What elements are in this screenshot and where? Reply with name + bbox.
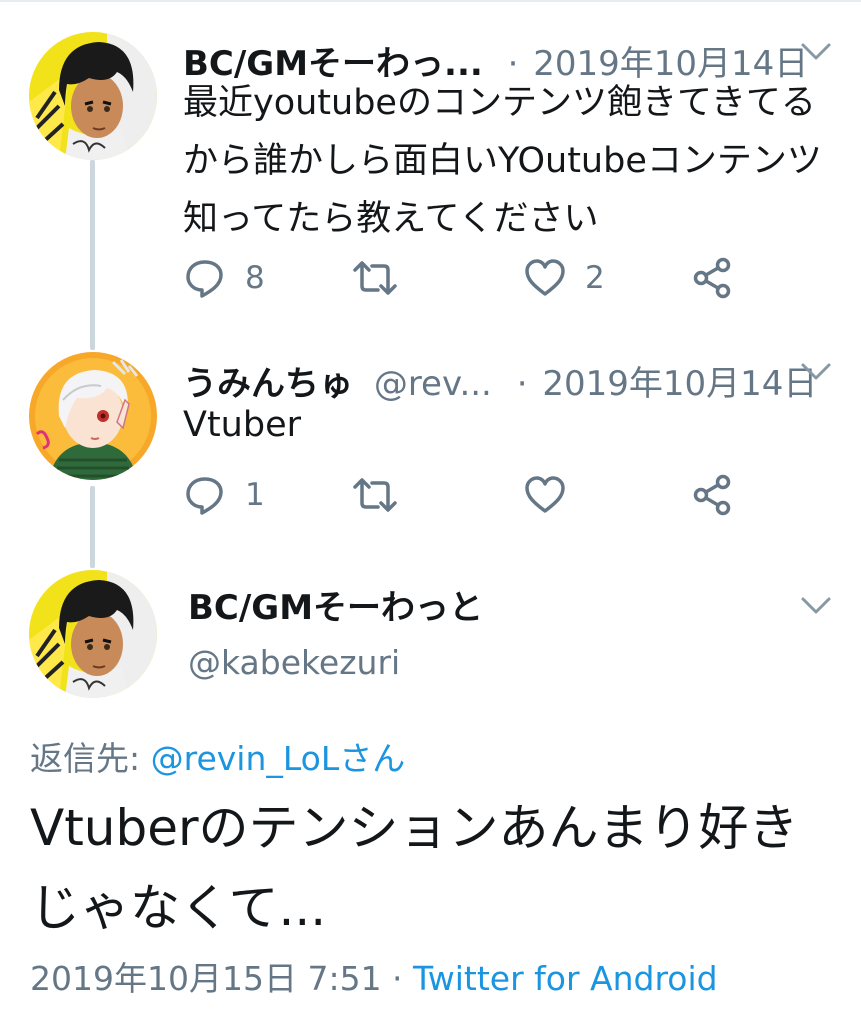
- meta-separator: ·: [381, 959, 414, 998]
- top-divider: [0, 0, 861, 2]
- user-handle[interactable]: @rev...: [374, 364, 492, 404]
- retweet-button[interactable]: [351, 470, 417, 520]
- retweet-arrows-icon: [351, 256, 399, 300]
- reply-count: 8: [245, 260, 265, 296]
- tweet-body: Vtuber: [183, 396, 301, 454]
- focus-tweet-body: Vtuberのテンションあんまり好き じゃなくて...: [30, 788, 799, 948]
- tweet-text-line: じゃなくて...: [30, 879, 327, 937]
- tweet-actions: 8 2: [183, 253, 743, 303]
- tweet-text-line: 最近youtubeのコンテンツ飽きてきてる: [183, 83, 816, 123]
- reply-button[interactable]: 1: [183, 470, 265, 520]
- like-button[interactable]: 2: [523, 253, 605, 303]
- reply-context: 返信先: @revin_LoLさん: [30, 732, 405, 780]
- thread-connector: [90, 160, 95, 350]
- retweet-button[interactable]: [351, 253, 417, 303]
- tweet-actions: 1: [183, 470, 743, 520]
- reply-to-link[interactable]: @revin_LoLさん: [151, 739, 406, 778]
- user-handle[interactable]: @kabekezuri: [188, 643, 400, 682]
- heart-icon: [523, 473, 567, 517]
- tweet-text-line: Vtuberのテンションあんまり好き: [30, 799, 799, 857]
- chevron-down-icon[interactable]: [800, 42, 832, 62]
- tweet-body: 最近youtubeのコンテンツ飽きてきてる から誰かしら面白いYOutubeコン…: [183, 74, 822, 248]
- reply-count: 1: [245, 477, 265, 513]
- tweet-text-line: Vtuber: [183, 405, 301, 445]
- like-button[interactable]: [523, 470, 585, 520]
- chevron-down-icon[interactable]: [800, 596, 832, 616]
- thread-connector: [90, 486, 95, 568]
- reply-prefix: 返信先:: [30, 739, 151, 778]
- display-name[interactable]: BC/GMそーわっと: [188, 580, 483, 629]
- reply-button[interactable]: 8: [183, 253, 265, 303]
- reply-bubble-icon: [183, 256, 227, 300]
- tweet-source-link[interactable]: Twitter for Android: [413, 959, 718, 998]
- share-nodes-icon: [691, 256, 735, 300]
- chevron-down-icon[interactable]: [800, 362, 832, 382]
- reply-bubble-icon: [183, 473, 227, 517]
- share-nodes-icon: [691, 473, 735, 517]
- tweet-text-line: から誰かしら面白いYOutubeコンテンツ: [183, 141, 822, 181]
- tweet-text-line: 知ってたら教えてください: [183, 199, 599, 239]
- retweet-arrows-icon: [351, 473, 399, 517]
- tweet-meta: 2019年10月15日 7:51 · Twitter for Android: [30, 952, 718, 1000]
- like-count: 2: [585, 260, 605, 296]
- share-button[interactable]: [691, 253, 735, 303]
- heart-icon: [523, 256, 567, 300]
- tweet-timestamp: 2019年10月15日 7:51: [30, 959, 382, 998]
- header-separator: ·: [516, 364, 528, 404]
- avatar[interactable]: [29, 32, 157, 160]
- avatar[interactable]: [29, 570, 157, 698]
- share-button[interactable]: [691, 470, 735, 520]
- tweet-date[interactable]: 2019年10月14日: [542, 364, 817, 404]
- avatar[interactable]: [29, 352, 157, 480]
